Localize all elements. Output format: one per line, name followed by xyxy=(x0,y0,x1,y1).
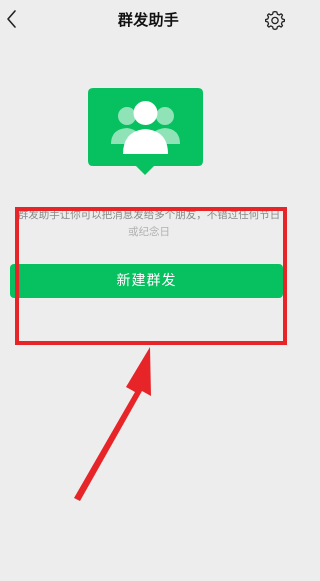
navigation-bar: 群发助手 xyxy=(0,0,297,40)
annotation-arrow xyxy=(74,347,151,501)
gear-icon[interactable] xyxy=(264,9,286,31)
group-contacts-icon xyxy=(88,88,203,175)
annotation-highlight-box xyxy=(15,207,287,345)
page-title: 群发助手 xyxy=(117,11,180,29)
